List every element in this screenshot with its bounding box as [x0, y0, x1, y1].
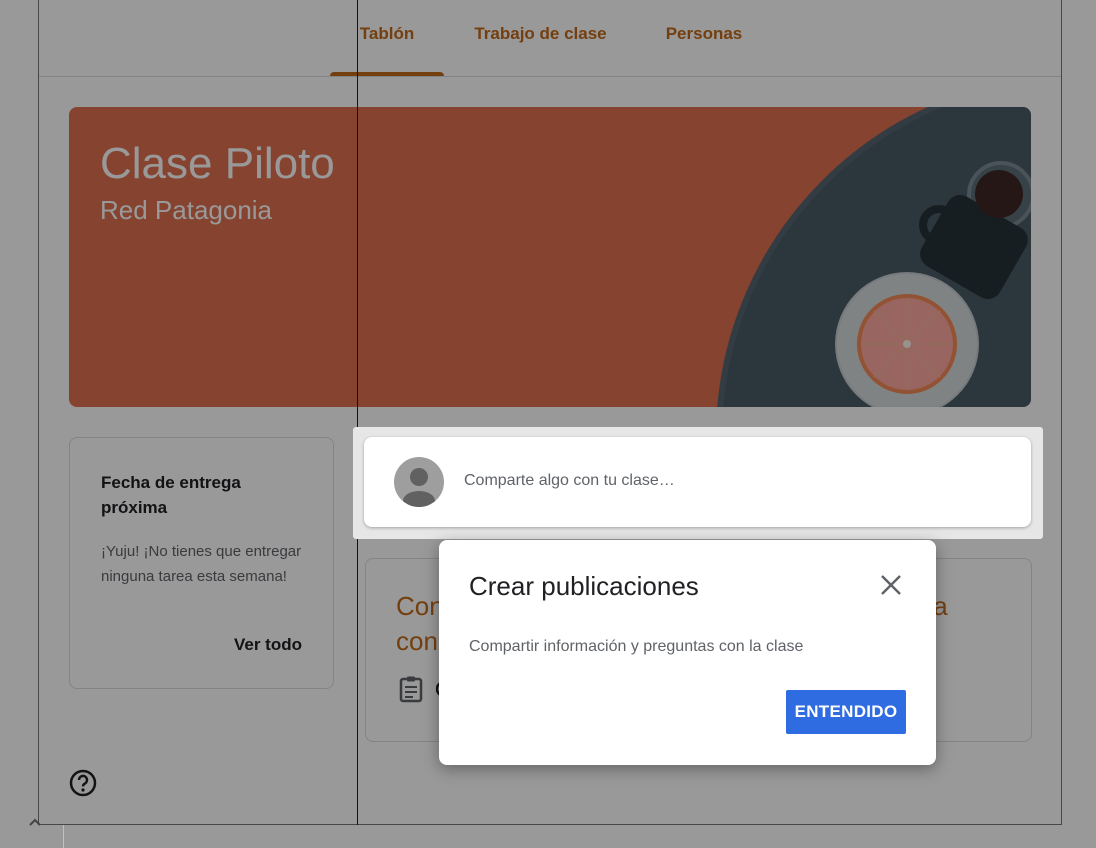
- dialog-body: Compartir información y preguntas con la…: [469, 638, 804, 655]
- dialog-title: Crear publicaciones: [469, 571, 699, 601]
- avatar: [394, 457, 444, 507]
- got-it-button[interactable]: ENTENDIDO: [786, 690, 906, 734]
- close-icon[interactable]: [877, 571, 905, 599]
- user-avatar-icon: [403, 468, 435, 507]
- chevron-up-icon[interactable]: [27, 815, 43, 831]
- share-composer[interactable]: Comparte algo con tu clase…: [364, 437, 1031, 527]
- divider: [63, 825, 64, 848]
- share-input[interactable]: Comparte algo con tu clase…: [464, 472, 675, 490]
- create-posts-dialog: Crear publicaciones Compartir informació…: [439, 540, 936, 765]
- composer-highlight: Comparte algo con tu clase…: [353, 427, 1043, 539]
